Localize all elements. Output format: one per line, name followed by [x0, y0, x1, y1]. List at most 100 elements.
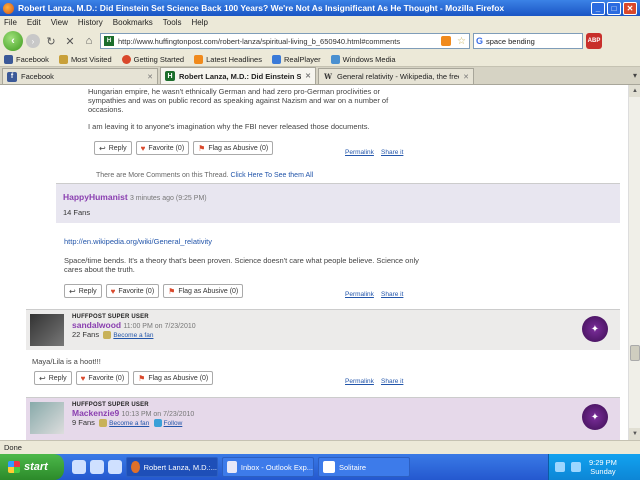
fan-icon: [103, 330, 112, 339]
window-titlebar: Robert Lanza, M.D.: Did Einstein Set Sci…: [0, 0, 640, 16]
minimize-button[interactable]: _: [591, 1, 605, 15]
share-link[interactable]: Share it: [381, 378, 403, 385]
username-link[interactable]: HappyHumanist: [63, 192, 128, 202]
menu-bookmarks[interactable]: Bookmarks: [113, 18, 153, 27]
scroll-down-arrow-icon[interactable]: ▼: [629, 428, 640, 440]
become-fan-link[interactable]: Become a fan: [113, 332, 153, 339]
more-comments-notice: There are More Comments on this Thread. …: [96, 172, 314, 179]
back-button[interactable]: ‹: [3, 31, 23, 51]
bookmark-realplayer[interactable]: RealPlayer: [271, 55, 321, 64]
become-fan-link[interactable]: Become a fan: [109, 420, 149, 427]
comment-actions: ↩ Reply ♥ Favorite (0) ⚑ Flag as Abusive (0…: [34, 371, 214, 385]
fan-count: 14 Fans: [63, 208, 91, 217]
flag-button[interactable]: ⚑ Flag as Abusive (0): [163, 284, 244, 298]
page-content: Hungarian empire, he wasn't ethnically G…: [0, 85, 628, 440]
rss-icon[interactable]: [441, 36, 452, 46]
taskbar-item-solitaire[interactable]: Solitaire: [318, 457, 410, 477]
reload-icon[interactable]: ↻: [43, 33, 59, 49]
bookmark-windows-media[interactable]: Windows Media: [330, 55, 396, 64]
firefox-icon: [3, 2, 14, 14]
media-player-icon[interactable]: [108, 460, 122, 474]
close-tab-icon[interactable]: ✕: [463, 73, 469, 81]
menu-tools[interactable]: Tools: [163, 18, 182, 27]
facebook-icon: [4, 55, 13, 64]
adblock-icon[interactable]: ABP: [586, 33, 602, 49]
permalink-link[interactable]: Permalink: [345, 378, 374, 385]
system-tray: 9:29 PM Sunday: [548, 454, 640, 480]
tab-huffpost[interactable]: H Robert Lanza, M.D.: Did Einstein S... …: [160, 67, 316, 84]
permalink-link[interactable]: Permalink: [345, 149, 374, 156]
outlook-icon: [227, 461, 237, 473]
twitter-icon: [153, 418, 162, 427]
bookmark-getting-started[interactable]: Getting Started: [121, 55, 184, 64]
avatar[interactable]: [30, 402, 64, 434]
taskbar-item-outlook[interactable]: Inbox - Outlook Exp...: [222, 457, 314, 477]
comment-header: HUFFPOST SUPER USER sandalwood 11:00 PM …: [26, 310, 620, 350]
flag-button[interactable]: ⚑ Flag as Abusive (0): [193, 141, 274, 155]
menu-view[interactable]: View: [51, 18, 68, 27]
reply-button[interactable]: ↩ Reply: [94, 141, 132, 155]
taskbar-item-firefox[interactable]: Robert Lanza, M.D.:...: [126, 457, 218, 477]
reply-icon: ↩: [99, 143, 106, 153]
username-link[interactable]: sandalwood: [72, 320, 121, 330]
status-text: Done: [4, 443, 22, 452]
bookmark-latest-headlines[interactable]: Latest Headlines: [194, 55, 262, 64]
menu-history[interactable]: History: [78, 18, 103, 27]
bookmark-star-icon[interactable]: ☆: [457, 36, 466, 47]
menu-edit[interactable]: Edit: [27, 18, 41, 27]
username-link[interactable]: Mackenzie9: [72, 408, 119, 418]
favorite-button[interactable]: ♥ Favorite (0): [105, 284, 160, 298]
follow-link[interactable]: Follow: [164, 420, 183, 427]
permalink-link[interactable]: Permalink: [345, 291, 374, 298]
start-button[interactable]: start: [0, 454, 64, 480]
ie-icon[interactable]: [72, 460, 86, 474]
avatar[interactable]: [30, 314, 64, 346]
tab-wikipedia[interactable]: W General relativity - Wikipedia, the fr…: [318, 68, 474, 84]
scroll-up-arrow-icon[interactable]: ▲: [629, 85, 640, 97]
bookmark-facebook[interactable]: Facebook: [4, 55, 49, 64]
home-icon[interactable]: ⌂: [81, 33, 97, 49]
menu-help[interactable]: Help: [191, 18, 207, 27]
folder-icon: [58, 55, 68, 64]
reply-button[interactable]: ↩ Reply: [34, 371, 72, 385]
network-icon[interactable]: [555, 462, 565, 472]
close-tab-icon[interactable]: ✕: [147, 73, 153, 81]
close-tab-icon[interactable]: ✕: [305, 72, 311, 80]
search-box[interactable]: G space bending: [473, 33, 583, 49]
url-bar[interactable]: H http://www.huffingtonpost.com/robert-l…: [100, 33, 470, 49]
comment-header: HUFFPOST SUPER USER Mackenzie9 10:13 PM …: [26, 398, 620, 440]
bookmark-most-visited[interactable]: Most Visited: [58, 55, 112, 64]
volume-icon[interactable]: [571, 462, 581, 472]
favorite-button[interactable]: ♥ Favorite (0): [75, 371, 130, 385]
clock[interactable]: 9:29 PM Sunday: [589, 458, 617, 476]
comment-text: Space/time bends. It's a theory that's b…: [64, 256, 419, 274]
tab-list-icon[interactable]: ▾: [633, 71, 637, 80]
wikipedia-link[interactable]: http://en.wikipedia.org/wiki/General_rel…: [64, 237, 212, 246]
stop-icon[interactable]: ✕: [62, 33, 78, 49]
maximize-button[interactable]: □: [607, 1, 621, 15]
scroll-thumb[interactable]: [630, 345, 640, 361]
google-icon[interactable]: G: [476, 36, 483, 46]
rss-small-icon: [194, 55, 204, 64]
tab-facebook[interactable]: f Facebook ✕: [2, 68, 158, 84]
fan-count: 9 Fans: [72, 418, 95, 427]
search-input[interactable]: space bending: [486, 37, 535, 46]
flag-icon: ⚑: [198, 143, 206, 153]
url-text[interactable]: http://www.huffingtonpost.com/robert-lan…: [118, 37, 437, 46]
close-button[interactable]: ✕: [623, 1, 637, 15]
flag-button[interactable]: ⚑ Flag as Abusive (0): [133, 371, 214, 385]
reply-button[interactable]: ↩ Reply: [64, 284, 102, 298]
share-link[interactable]: Share it: [381, 149, 403, 156]
page-scrollbar[interactable]: ▲ ▼: [628, 85, 640, 440]
favorite-button[interactable]: ♥ Favorite (0): [135, 141, 190, 155]
menu-file[interactable]: File: [4, 18, 17, 27]
see-all-link[interactable]: Click Here To See them All: [231, 172, 314, 179]
fan-icon: [99, 418, 108, 427]
heart-icon: ♥: [80, 373, 86, 383]
windows-media-icon: [330, 55, 340, 64]
share-link[interactable]: Share it: [381, 291, 403, 298]
forward-button[interactable]: ›: [26, 34, 40, 48]
show-desktop-icon[interactable]: [90, 460, 104, 474]
flag-icon: ⚑: [138, 373, 146, 383]
reply-icon: ↩: [39, 373, 46, 383]
